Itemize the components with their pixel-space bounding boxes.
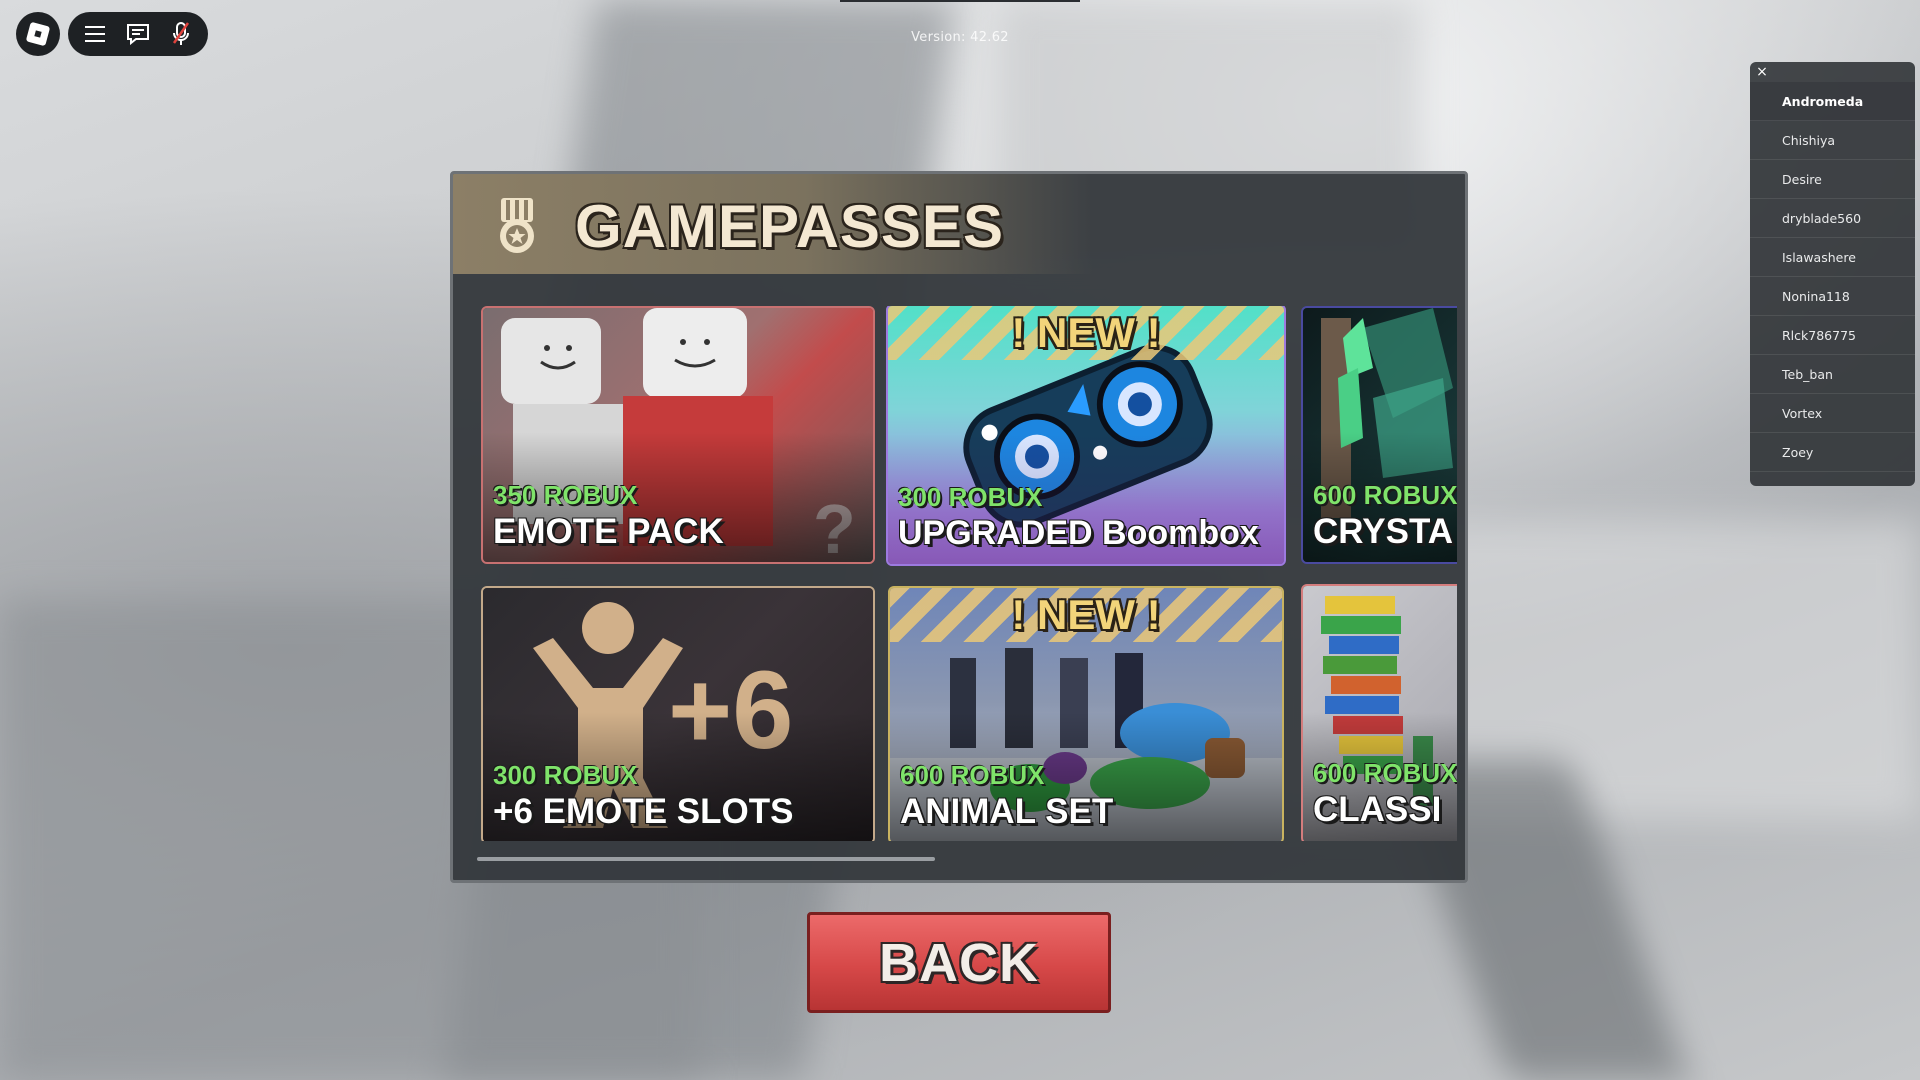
back-button-label: BACK [879, 932, 1039, 993]
gamepass-name: EMOTE PACK [493, 512, 724, 551]
player-list-item[interactable]: Rlck786775 [1750, 316, 1915, 355]
player-list-item[interactable]: Teb_ban [1750, 355, 1915, 394]
gamepass-card-emote-pack[interactable]: ? 350 ROBUX EMOTE PACK [481, 306, 875, 564]
horizontal-scrollbar[interactable] [477, 857, 935, 861]
gamepass-price: 300 ROBUX [898, 482, 1043, 512]
version-label: Version: 42.62 [911, 30, 1009, 45]
gamepass-grid: ? 350 ROBUX EMOTE PACK [481, 306, 1457, 841]
gamepass-price: 300 ROBUX [493, 760, 638, 790]
gamepass-price: 600 ROBUX [900, 760, 1045, 790]
gamepass-card-emote-slots[interactable]: +6 300 ROBUX +6 EMOTE SLOTS [481, 586, 875, 841]
player-list-item[interactable]: Zoey [1750, 433, 1915, 472]
medal-icon [500, 198, 534, 253]
gamepass-card-animal-set[interactable]: ! NEW ! 600 ROBUX ANIMAL SET [888, 586, 1284, 841]
gamepass-name: UPGRADED Boombox [898, 514, 1259, 552]
gamepass-price: 600 ROBUX [1313, 480, 1457, 510]
player-list-item[interactable]: Andromeda [1750, 82, 1915, 121]
topbar-divider [840, 0, 1080, 2]
gamepass-name: +6 EMOTE SLOTS [493, 792, 794, 831]
player-list: × Andromeda Chishiya Desire dryblade560 … [1750, 62, 1915, 486]
gamepasses-panel: GAMEPASSES ? 350 ROBUX EMOTE PACK [450, 171, 1468, 883]
gamepass-price: 600 ROBUX [1313, 758, 1457, 788]
back-button[interactable]: BACK [807, 912, 1111, 1013]
gamepass-name: CRYSTA [1313, 512, 1453, 551]
new-badge-label: ! NEW ! [1011, 309, 1161, 356]
new-badge-label: ! NEW ! [1011, 591, 1161, 638]
player-list-item[interactable]: Islawashere [1750, 238, 1915, 277]
new-badge: ! NEW ! [888, 306, 1284, 360]
gamepass-name: ANIMAL SET [900, 792, 1114, 831]
player-list-item[interactable]: Nonina118 [1750, 277, 1915, 316]
gamepass-price: 350 ROBUX [493, 480, 638, 510]
player-list-item[interactable]: dryblade560 [1750, 199, 1915, 238]
player-list-item[interactable]: Vortex [1750, 394, 1915, 433]
player-list-item[interactable]: Desire [1750, 160, 1915, 199]
page-title: GAMEPASSES [575, 193, 1004, 260]
gamepass-card-upgraded-boombox[interactable]: ! NEW ! 300 ROBUX UPGRADED Boombox [886, 306, 1286, 566]
gamepass-card-classic[interactable]: 600 ROBUX CLASSI [1301, 584, 1457, 841]
close-icon[interactable]: × [1754, 64, 1770, 80]
gamepass-card-crystal[interactable]: 600 ROBUX CRYSTA [1301, 306, 1457, 564]
player-list-item[interactable]: Chishiya [1750, 121, 1915, 160]
gamepass-name: CLASSI [1313, 790, 1442, 829]
new-badge: ! NEW ! [890, 588, 1282, 642]
